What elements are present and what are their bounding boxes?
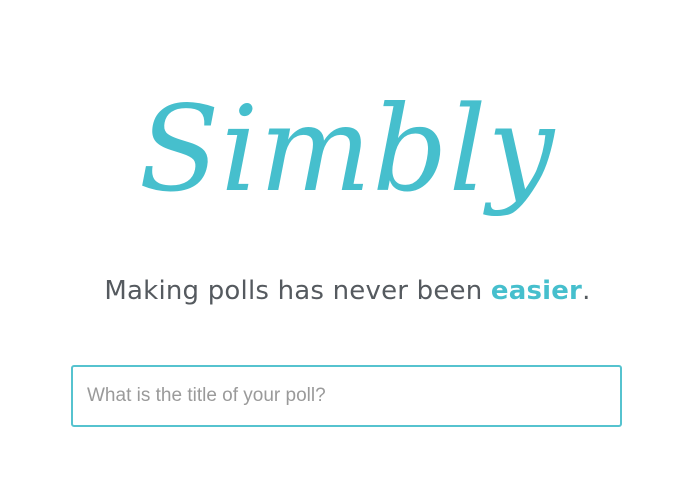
tagline-prefix: Making polls has never been [104, 276, 491, 306]
tagline-highlight: easier [490, 276, 583, 306]
tagline: Making polls has never been easier. [0, 276, 695, 306]
poll-title-input[interactable] [71, 365, 622, 427]
tagline-suffix: . [582, 276, 591, 306]
simbly-logo-svg: Simbly [139, 80, 556, 218]
logo-wordmark: Simbly [139, 80, 556, 218]
logo: Simbly [0, 0, 695, 250]
